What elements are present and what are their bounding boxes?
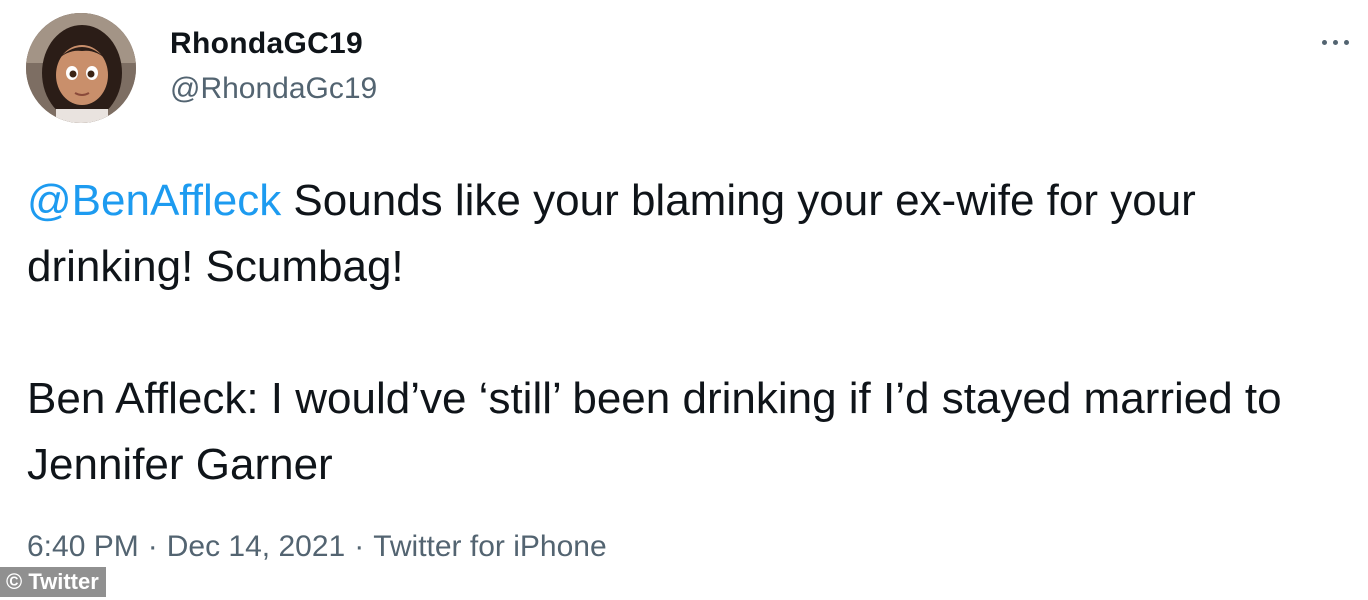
avatar[interactable] xyxy=(26,13,136,123)
meta-separator: · xyxy=(354,530,365,563)
more-options-button[interactable] xyxy=(1318,18,1354,54)
tweet-text: @BenAffleck Sounds like your blaming you… xyxy=(27,168,1352,498)
copyright-watermark: © Twitter xyxy=(0,567,106,597)
tweet-time[interactable]: 6:40 PM xyxy=(27,530,139,563)
tweet-date[interactable]: Dec 14, 2021 xyxy=(167,530,345,563)
mention-link[interactable]: @BenAffleck xyxy=(27,176,281,225)
reply-paragraph: @BenAffleck Sounds like your blaming you… xyxy=(27,168,1352,300)
tweet-card: RhondaGC19 @RhondaGc19 @BenAffleck Sound… xyxy=(0,0,1368,600)
author-handle[interactable]: @RhondaGc19 xyxy=(170,72,377,106)
author-display-name[interactable]: RhondaGC19 xyxy=(170,27,363,61)
tweet-source[interactable]: Twitter for iPhone xyxy=(373,530,606,563)
tweet-metadata: 6:40 PM · Dec 14, 2021 · Twitter for iPhone xyxy=(27,530,607,564)
quoted-headline: Ben Affleck: I would’ve ‘still’ been dri… xyxy=(27,374,1282,489)
avatar-image xyxy=(26,13,136,123)
meta-separator: · xyxy=(147,530,158,563)
